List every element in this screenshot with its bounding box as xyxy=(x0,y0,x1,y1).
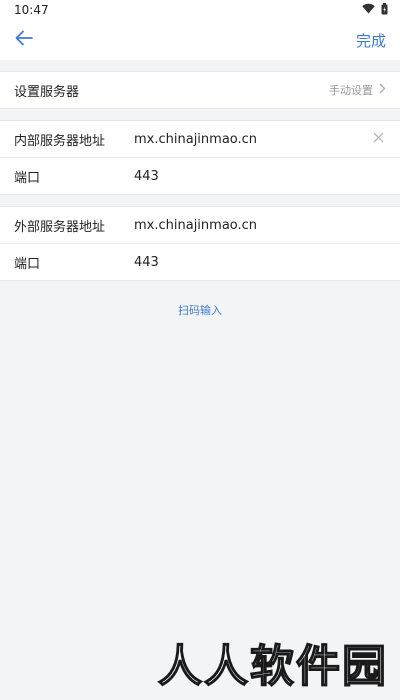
wifi-icon xyxy=(362,3,375,17)
chevron-right-icon xyxy=(379,83,386,97)
server-setting-group: 设置服务器 手动设置 xyxy=(0,71,400,109)
status-icons xyxy=(362,2,388,18)
internal-address-label: 内部服务器地址 xyxy=(14,133,106,149)
status-time: 10:47 xyxy=(14,3,49,17)
scan-input-link[interactable]: 扫码输入 xyxy=(0,302,400,318)
arrow-left-icon xyxy=(15,30,33,50)
server-setting-label: 设置服务器 xyxy=(14,84,80,100)
status-bar: 10:47 xyxy=(0,0,400,20)
server-setting-row[interactable]: 设置服务器 手动设置 xyxy=(0,72,400,108)
battery-icon xyxy=(381,2,388,18)
internal-port-input[interactable]: 443 xyxy=(134,169,386,184)
external-address-input[interactable]: mx.chinajinmao.cn xyxy=(134,218,386,233)
external-port-input[interactable]: 443 xyxy=(134,255,386,270)
internal-address-input[interactable]: mx.chinajinmao.cn xyxy=(134,132,370,147)
internal-port-row: 端口 443 xyxy=(0,157,400,194)
nav-bar: 完成 xyxy=(0,20,400,60)
external-server-group: 外部服务器地址 mx.chinajinmao.cn 端口 443 xyxy=(0,206,400,281)
internal-port-label: 端口 xyxy=(14,170,41,186)
close-icon xyxy=(373,132,384,147)
watermark: 人人软件园 xyxy=(157,640,388,693)
back-button[interactable] xyxy=(12,28,36,52)
external-address-row: 外部服务器地址 mx.chinajinmao.cn xyxy=(0,207,400,243)
external-port-label: 端口 xyxy=(14,256,41,272)
server-mode-value: 手动设置 xyxy=(329,84,373,97)
external-port-row: 端口 443 xyxy=(0,243,400,280)
internal-server-group: 内部服务器地址 mx.chinajinmao.cn 端口 443 xyxy=(0,120,400,195)
server-mode: 手动设置 xyxy=(329,82,386,98)
done-button[interactable]: 完成 xyxy=(356,30,386,51)
external-address-label: 外部服务器地址 xyxy=(14,219,106,235)
clear-button[interactable] xyxy=(370,131,386,147)
internal-address-row: 内部服务器地址 mx.chinajinmao.cn xyxy=(0,121,400,157)
